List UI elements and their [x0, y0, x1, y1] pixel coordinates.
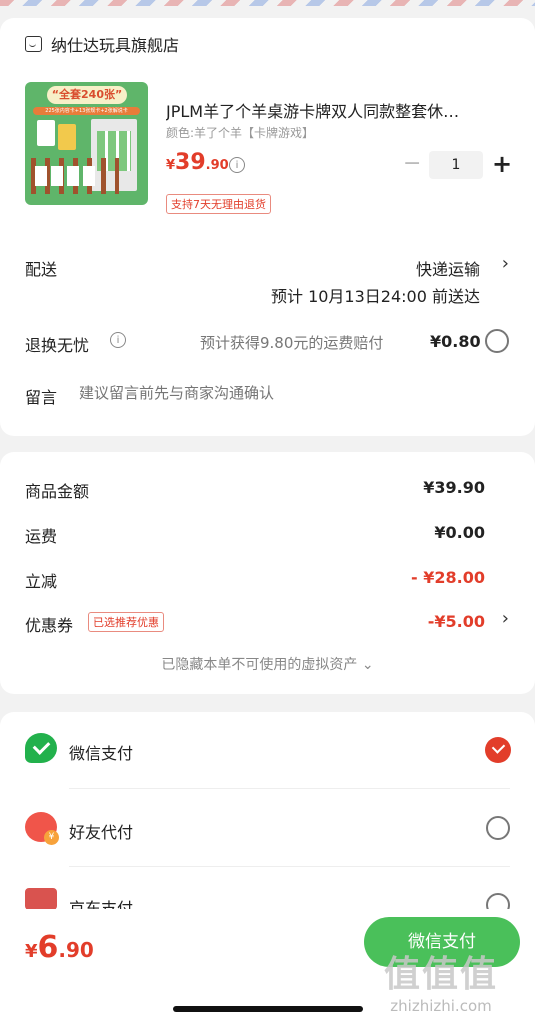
message-label: 留言 [25, 388, 58, 407]
return-insurance-radio[interactable] [485, 329, 509, 353]
total-symbol: ¥ [25, 941, 38, 962]
jd-pay-icon [25, 888, 57, 910]
image-card [58, 124, 76, 150]
quantity-value[interactable]: 1 [429, 151, 483, 179]
chevron-right-icon[interactable]: › [502, 608, 509, 629]
coupon-tag[interactable]: 已选推荐优惠 [88, 612, 164, 632]
friend-pay-icon [25, 812, 59, 845]
coupon-label[interactable]: 优惠券 [25, 612, 73, 636]
quantity-increase-button[interactable]: + [492, 151, 512, 177]
delivery-eta: 预计 10月13日24:00 前送达 [270, 287, 480, 306]
product-price: ¥ 39 .90 [166, 150, 229, 175]
watermark-logo: 值值值 [384, 954, 499, 995]
home-indicator[interactable] [173, 1006, 363, 1012]
watermark-url: zhizhizhi.com [390, 997, 492, 1015]
return-insurance-label: 退换无忧 [25, 336, 90, 355]
divider [69, 866, 510, 867]
friend-pay-radio[interactable] [486, 816, 510, 840]
wechat-pay-icon [25, 733, 57, 763]
quantity-decrease-button[interactable]: − [403, 153, 421, 175]
product-image-subtitle: 225张内容卡+13张规卡+2张解说卡 [33, 107, 140, 115]
return-insurance-desc: 预计获得9.80元的运费赔付 [200, 334, 384, 352]
total-decimal: .90 [58, 938, 94, 962]
delivery-label: 配送 [25, 260, 58, 279]
return-insurance-price: ¥0.80 [430, 332, 481, 351]
discount-value: - ¥28.00 [411, 568, 485, 587]
goods-amount-value: ¥39.90 [423, 478, 485, 497]
watermark: 值值值 zhizhizhi.com [384, 945, 498, 1015]
selected-check-icon[interactable] [485, 737, 511, 763]
goods-amount-label: 商品金额 [25, 482, 90, 501]
airmail-border [0, 0, 535, 6]
info-icon[interactable]: i [110, 332, 126, 348]
payment-method-label[interactable]: 微信支付 [69, 740, 133, 764]
shop-name: 纳仕达玩具旗舰店 [51, 36, 180, 55]
order-item-card [0, 18, 535, 436]
divider [69, 788, 510, 789]
image-card [37, 120, 55, 146]
shipping-label: 运费 [25, 527, 58, 546]
product-spec[interactable]: 颜色:羊了个羊【卡牌游戏】 [166, 124, 314, 141]
discount-label: 立减 [25, 572, 58, 591]
price-symbol: ¥ [166, 158, 176, 173]
delivery-method[interactable]: 快递运输 [416, 256, 480, 280]
total-amount: ¥ 6 .90 [25, 930, 94, 965]
refund-policy-tag: 支持7天无理由退货 [166, 194, 271, 214]
shipping-value: ¥0.00 [434, 523, 485, 542]
shop-icon [25, 36, 42, 52]
chevron-right-icon[interactable]: › [502, 253, 509, 274]
coupon-value[interactable]: -¥5.00 [428, 612, 485, 631]
product-title[interactable]: JPLM羊了个羊桌游卡牌双人同款整套休… [166, 98, 511, 122]
price-integer: 39 [175, 150, 206, 175]
product-image-banner: “全套240张” [47, 86, 127, 104]
shop-header[interactable]: 纳仕达玩具旗舰店 [25, 32, 179, 56]
price-info-icon[interactable]: i [229, 157, 245, 173]
payment-method-label[interactable]: 好友代付 [69, 819, 133, 843]
message-input[interactable] [79, 384, 499, 402]
product-image[interactable]: “全套240张” 225张内容卡+13张规卡+2张解说卡 [25, 82, 148, 205]
price-decimal: .90 [205, 158, 229, 173]
total-integer: 6 [37, 930, 59, 965]
image-cards-row [35, 166, 95, 186]
hidden-assets-toggle[interactable]: 已隐藏本单不可使用的虚拟资产 ⌄ [0, 654, 535, 674]
